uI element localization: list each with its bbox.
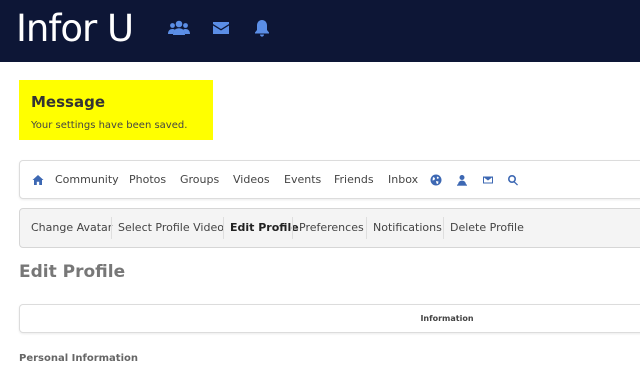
message-title: Message bbox=[31, 93, 105, 111]
personal-information-label: Personal Information bbox=[19, 353, 138, 364]
tab-delete-profile[interactable]: Delete Profile bbox=[450, 209, 524, 247]
information-label: Information bbox=[420, 314, 474, 323]
nav-videos[interactable]: Videos bbox=[233, 161, 270, 198]
globe-icon[interactable] bbox=[430, 173, 442, 186]
message-text: Your settings have been saved. bbox=[31, 120, 188, 131]
search-icon[interactable] bbox=[507, 173, 519, 186]
tab-divider bbox=[366, 217, 367, 239]
profile-nav: Change Avatar Select Profile Video Edit … bbox=[19, 208, 640, 248]
nav-friends[interactable]: Friends bbox=[334, 161, 374, 198]
bell-icon[interactable] bbox=[251, 17, 273, 39]
nav-events[interactable]: Events bbox=[284, 161, 321, 198]
tab-divider bbox=[443, 217, 444, 239]
tab-select-profile-video[interactable]: Select Profile Video bbox=[118, 209, 224, 247]
top-header: Infor U bbox=[0, 0, 640, 62]
community-nav: Community Photos Groups Videos Events Fr… bbox=[19, 160, 640, 199]
nav-groups[interactable]: Groups bbox=[180, 161, 219, 198]
nav-community[interactable]: Community bbox=[55, 161, 119, 198]
nav-inbox[interactable]: Inbox bbox=[388, 161, 418, 198]
envelope-icon[interactable] bbox=[210, 17, 232, 39]
nav-photos[interactable]: Photos bbox=[129, 161, 166, 198]
information-panel-header[interactable]: Information bbox=[19, 304, 640, 333]
users-icon[interactable] bbox=[168, 17, 190, 39]
tab-notifications[interactable]: Notifications bbox=[373, 209, 442, 247]
tab-preferences[interactable]: Preferences bbox=[299, 209, 364, 247]
envelope-icon[interactable] bbox=[482, 173, 494, 185]
brand-logo[interactable]: Infor U bbox=[16, 6, 134, 52]
page-title: Edit Profile bbox=[19, 262, 126, 282]
user-icon[interactable] bbox=[456, 173, 468, 186]
home-icon[interactable] bbox=[32, 173, 44, 185]
settings-saved-message: Message Your settings have been saved. bbox=[19, 80, 213, 140]
tab-divider bbox=[111, 217, 112, 239]
tab-change-avatar[interactable]: Change Avatar bbox=[31, 209, 112, 247]
tab-divider bbox=[223, 217, 224, 239]
tab-divider bbox=[292, 217, 293, 239]
tab-edit-profile[interactable]: Edit Profile bbox=[230, 209, 299, 247]
